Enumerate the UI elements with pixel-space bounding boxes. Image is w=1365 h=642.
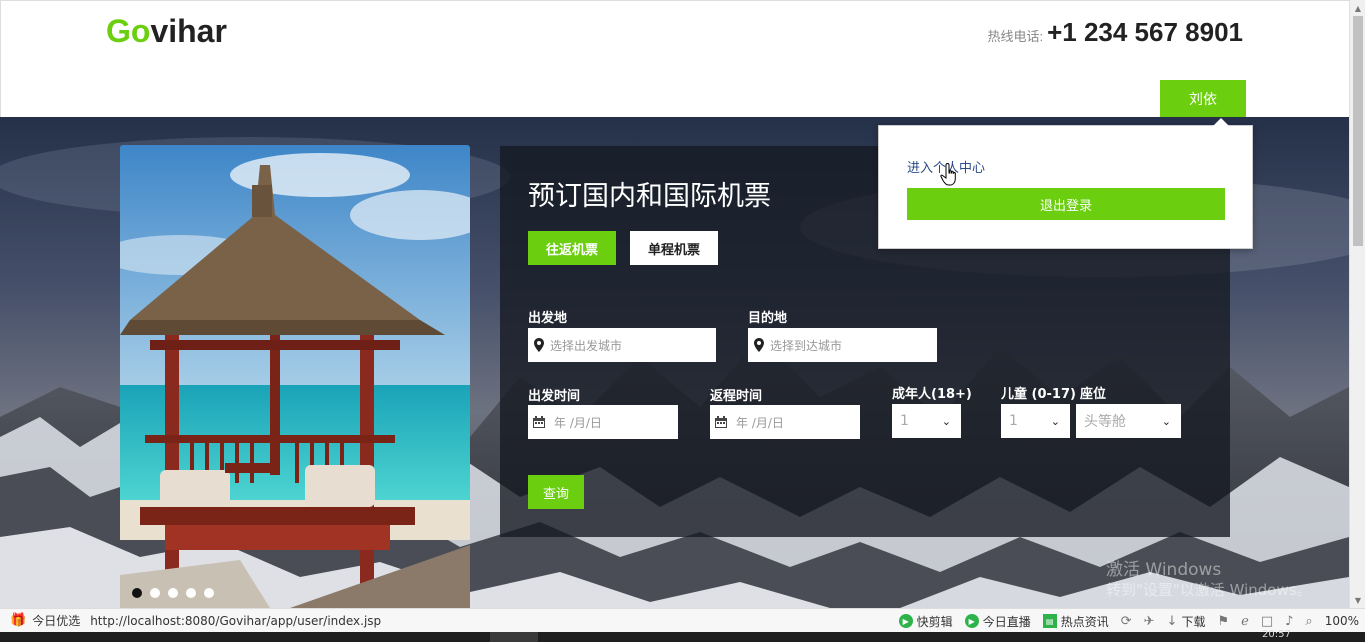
download-icon: ↓ (1166, 613, 1178, 629)
status-url: http://localhost:8080/Govihar/app/user/i… (90, 613, 382, 628)
origin-placeholder: 选择出发城市 (550, 338, 623, 353)
calendar-icon (528, 416, 550, 428)
seat-value: 头等舱 (1084, 414, 1126, 430)
vertical-scrollbar[interactable]: ▲ ▼ (1349, 0, 1365, 608)
chevron-down-icon: ⌄ (1050, 414, 1060, 428)
watermark-line2: 转到"设置"以激活 Windows。 (1106, 581, 1312, 599)
origin-label: 出发地 (528, 311, 568, 326)
logo-accent-text: Go (106, 13, 151, 49)
return-date-placeholder: 年 /月/日 (736, 415, 784, 430)
play-icon: ▶ (964, 614, 979, 628)
image-slider[interactable] (120, 145, 470, 608)
taskbar-app-button[interactable] (490, 632, 538, 642)
slider-dot[interactable] (150, 588, 160, 598)
site-header: Govihar 热线电话: +1 234 567 8901 刘依 (0, 0, 1349, 118)
page: Govihar 热线电话: +1 234 567 8901 刘依 预订国内和国际… (0, 0, 1365, 642)
hot-news-label: 热点资讯 (1060, 614, 1109, 629)
beach-gazebo-image (120, 145, 470, 608)
hot-news-button[interactable]: ▤ 热点资讯 (1042, 613, 1109, 630)
children-label: 儿童 (0-17) (1001, 387, 1076, 402)
depart-date-placeholder: 年 /月/日 (554, 415, 602, 430)
download-label: 下载 (1181, 614, 1206, 629)
taskbar-clock: 20:57 (1262, 629, 1291, 640)
depart-date-input[interactable]: 年 /月/日 (528, 405, 678, 439)
tab-one-way[interactable]: 单程机票 (630, 231, 718, 265)
scroll-down-icon[interactable]: ▼ (1350, 592, 1365, 608)
zoom-level[interactable]: 100% (1325, 614, 1359, 628)
flag-icon[interactable]: ⚑ (1217, 614, 1229, 629)
seat-select[interactable]: 头等舱 ⌄ (1076, 404, 1181, 438)
dropdown-arrow (1213, 118, 1229, 126)
slider-dot[interactable] (132, 588, 142, 598)
window-icon[interactable]: □ (1261, 614, 1273, 629)
user-dropdown-menu: 进入个人中心 退出登录 (878, 118, 1253, 249)
user-menu-button[interactable]: 刘依 (1160, 80, 1246, 118)
adults-value: 1 (900, 413, 909, 429)
watermark-line1: 激活 Windows (1106, 560, 1222, 580)
map-pin-icon (748, 338, 770, 352)
site-logo[interactable]: Govihar (106, 13, 227, 50)
return-date-label: 返程时间 (710, 389, 763, 404)
download-button[interactable]: ↓ 下载 (1167, 613, 1206, 630)
today-live-label: 今日直播 (982, 614, 1031, 629)
quick-clip-label: 快剪辑 (916, 614, 953, 629)
slider-dots (132, 588, 214, 598)
os-taskbar: 20:57 (0, 629, 1365, 642)
destination-placeholder: 选择到达城市 (770, 338, 843, 353)
status-left: 🎁 今日优选 http://localhost:8080/Govihar/app… (0, 612, 381, 629)
chevron-down-icon: ⌄ (1161, 414, 1171, 428)
browser-icon[interactable]: ℯ (1241, 614, 1249, 629)
browser-status-bar: 🎁 今日优选 http://localhost:8080/Govihar/app… (0, 608, 1365, 632)
origin-input[interactable]: 选择出发城市 (528, 328, 716, 362)
slider-dot[interactable] (204, 588, 214, 598)
children-value: 1 (1009, 413, 1018, 429)
hotline: 热线电话: +1 234 567 8901 (987, 17, 1243, 48)
destination-input[interactable]: 选择到达城市 (748, 328, 937, 362)
zoom-icon[interactable]: ⌕ (1305, 614, 1312, 629)
logo-text: vihar (150, 13, 227, 49)
hand-cursor-icon (940, 162, 960, 191)
destination-label: 目的地 (748, 311, 788, 326)
gift-icon[interactable]: 🎁 (10, 613, 26, 628)
news-icon: ▤ (1042, 614, 1057, 628)
search-button[interactable]: 查询 (528, 475, 584, 509)
scroll-up-icon[interactable]: ▲ (1350, 0, 1365, 16)
logout-button[interactable]: 退出登录 (907, 188, 1225, 220)
chevron-down-icon: ⌄ (941, 414, 951, 428)
scroll-thumb[interactable] (1353, 16, 1363, 246)
booking-title: 预订国内和国际机票 (528, 181, 771, 212)
tab-round-trip[interactable]: 往返机票 (528, 231, 616, 265)
slider-dot[interactable] (186, 588, 196, 598)
calendar-icon (710, 416, 732, 428)
speaker-icon[interactable]: ♪ (1285, 614, 1293, 629)
map-pin-icon (528, 338, 550, 352)
today-picks-link[interactable]: 今日优选 (32, 612, 80, 629)
seat-label: 座位 (1080, 387, 1107, 402)
adults-select[interactable]: 1 ⌄ (892, 404, 961, 438)
children-select[interactable]: 1 ⌄ (1001, 404, 1070, 438)
quick-clip-button[interactable]: ▶ 快剪辑 (898, 613, 953, 630)
return-date-input[interactable]: 年 /月/日 (710, 405, 860, 439)
depart-date-label: 出发时间 (528, 389, 581, 404)
rocket-icon[interactable]: ✈ (1144, 614, 1155, 629)
hotline-number: +1 234 567 8901 (1047, 17, 1243, 47)
today-live-button[interactable]: ▶ 今日直播 (964, 613, 1031, 630)
hotline-label: 热线电话: (987, 29, 1044, 44)
speed-icon[interactable]: ⟳ (1121, 614, 1132, 629)
adults-label: 成年人(18+) (892, 387, 972, 402)
slider-dot[interactable] (168, 588, 178, 598)
play-icon: ▶ (898, 614, 913, 628)
